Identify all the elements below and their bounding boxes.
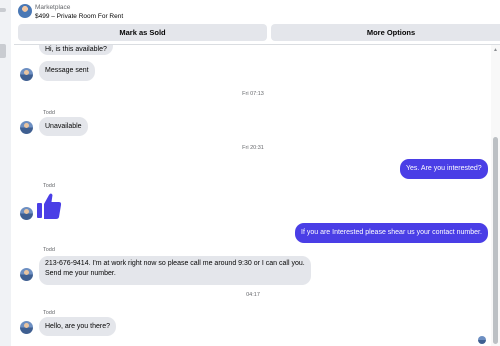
message-bubble: Message sent bbox=[39, 61, 95, 81]
message-thread: Hi, is this available? Message sent Fri … bbox=[14, 45, 490, 346]
message-bubble-outgoing: Yes. Are you interested? bbox=[400, 159, 488, 179]
scrollbar-thumb[interactable] bbox=[493, 137, 498, 344]
listing-title[interactable]: $499 – Private Room For Rent bbox=[35, 13, 123, 20]
message-line: Send me your number. bbox=[45, 270, 116, 277]
seen-avatar bbox=[478, 336, 486, 344]
marketplace-label: Marketplace bbox=[35, 4, 71, 11]
message-bubble: Hi, is this available? bbox=[39, 45, 113, 55]
message-bubble-outgoing: If you are Interested please shear us yo… bbox=[295, 223, 488, 243]
avatar bbox=[20, 121, 33, 134]
timestamp: 04:17 bbox=[246, 292, 260, 298]
scroll-up-icon[interactable]: ▲ bbox=[493, 47, 498, 53]
gutter-mark bbox=[0, 44, 6, 58]
sender-name: Todd bbox=[43, 247, 55, 253]
avatar bbox=[20, 268, 33, 281]
scrollbar[interactable]: ▲ bbox=[491, 45, 500, 346]
avatar bbox=[20, 68, 33, 81]
timestamp: Fri 07:13 bbox=[242, 91, 264, 97]
sender-name: Todd bbox=[43, 110, 55, 116]
gutter-mark bbox=[0, 8, 6, 12]
mark-as-sold-button[interactable]: Mark as Sold bbox=[18, 24, 267, 41]
thumbs-up-icon bbox=[37, 193, 62, 219]
sender-name: Todd bbox=[43, 183, 55, 189]
more-options-button[interactable]: More Options bbox=[271, 24, 500, 41]
message-bubble: 213-676-9414. I'm at work right now so p… bbox=[39, 256, 311, 285]
avatar bbox=[20, 321, 33, 334]
sender-name: Todd bbox=[43, 310, 55, 316]
left-gutter bbox=[0, 0, 11, 346]
timestamp: Fri 20:31 bbox=[242, 145, 264, 151]
conversation-header: Marketplace $499 – Private Room For Rent… bbox=[14, 0, 500, 44]
marketplace-avatar bbox=[18, 4, 32, 18]
message-bubble: Unavailable bbox=[39, 117, 88, 136]
message-line: 213-676-9414. I'm at work right now so p… bbox=[45, 260, 305, 267]
avatar bbox=[20, 207, 33, 220]
message-bubble: Hello, are you there? bbox=[39, 317, 116, 336]
